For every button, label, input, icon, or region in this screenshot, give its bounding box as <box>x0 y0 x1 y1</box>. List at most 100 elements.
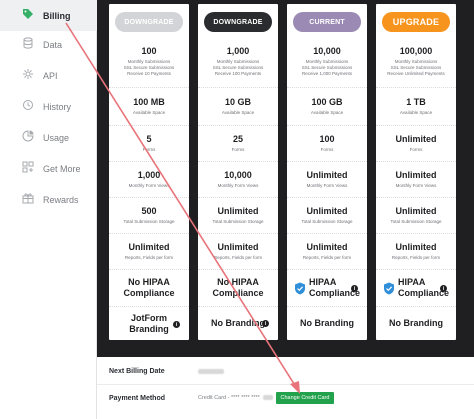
next-billing-value <box>198 368 224 375</box>
space-cell: 10 GB Available Space <box>198 88 278 126</box>
rewards-icon <box>18 192 38 207</box>
info-icon[interactable]: i <box>262 320 269 327</box>
usage-icon <box>18 130 38 145</box>
card-number-text: Credit Card - **** **** **** <box>198 395 260 401</box>
storage-label: Total Submission Storage <box>301 219 353 224</box>
reports-label: Reports, Fields per form <box>213 255 263 260</box>
reports-cell: Unlimited Reports, Fields per form <box>287 234 367 270</box>
forms-value: 5 <box>146 134 152 144</box>
sidebar-item-label: Get More <box>43 163 81 174</box>
space-label: Available Space <box>399 110 433 115</box>
forms-cell: 25 Forms <box>198 126 278 162</box>
current-plan-button[interactable]: CURRENT <box>293 12 361 32</box>
payment-method-row: Payment Method Credit Card - **** **** *… <box>97 385 474 411</box>
sidebar-item-rewards[interactable]: Rewards <box>0 184 97 215</box>
downgrade-button[interactable]: DOWNGRADE <box>115 12 183 32</box>
submissions-cell: 10,000 Monthly Submissions SSL Secure Su… <box>287 36 367 88</box>
hipaa-shield-icon <box>294 282 305 294</box>
info-icon[interactable]: i <box>351 285 358 292</box>
sidebar-item-api[interactable]: API <box>0 60 97 91</box>
payments-label: Receive 100 Payments <box>214 71 262 76</box>
hipaa-cell: HIPAA Compliance i <box>376 270 456 307</box>
sidebar-item-label: API <box>43 70 58 81</box>
storage-cell: Unlimited Total Submission Storage <box>198 198 278 234</box>
branding-cell: No Branding <box>287 307 367 340</box>
submissions-cell: 100 Monthly Submissions SSL Secure Submi… <box>109 36 189 88</box>
space-label: Available Space <box>221 110 255 115</box>
submissions-cell: 100,000 Monthly Submissions SSL Secure S… <box>376 36 456 88</box>
sidebar: Billing Data API History Usage Get More <box>0 0 97 419</box>
payments-label: Receive 1,000 Payments <box>301 71 353 76</box>
hipaa-line1: No HIPAA <box>128 277 170 287</box>
sidebar-item-label: History <box>43 101 72 112</box>
hipaa-line2: Compliance <box>123 288 175 298</box>
space-value: 100 MB <box>133 97 165 107</box>
storage-label: Total Submission Storage <box>212 219 264 224</box>
plan-column: CURRENT 10,000 Monthly Submissions SSL S… <box>287 4 367 340</box>
sidebar-item-data[interactable]: Data <box>0 29 97 60</box>
views-cell: Unlimited Monthly Form Views <box>376 162 456 198</box>
branding-line1: JotForm <box>131 312 167 323</box>
space-value: 100 GB <box>311 97 343 107</box>
views-value: Unlimited <box>395 170 437 180</box>
reports-value: Unlimited <box>306 242 348 252</box>
forms-value: 100 <box>319 134 335 144</box>
sidebar-item-get-more[interactable]: Get More <box>0 153 97 184</box>
change-credit-card-button[interactable]: Change Credit Card <box>276 392 334 404</box>
payment-method-value: Credit Card - **** **** **** <box>198 395 273 401</box>
submissions-value: 100 <box>141 46 157 56</box>
branding-cell: No Branding <box>376 307 456 340</box>
views-label: Monthly Form Views <box>395 183 437 188</box>
payment-method-label: Payment Method <box>109 394 166 402</box>
tag-icon <box>18 8 38 23</box>
branding-line2: Branding <box>129 323 169 334</box>
space-cell: 100 GB Available Space <box>287 88 367 126</box>
payments-label: Receive 10 Payments <box>127 71 171 76</box>
hipaa-line1: HIPAA <box>397 277 426 287</box>
forms-cell: Unlimited Forms <box>376 126 456 162</box>
reports-label: Reports, Fields per form <box>124 255 174 260</box>
reports-cell: Unlimited Reports, Fields per form <box>376 234 456 270</box>
forms-label: Forms <box>409 147 423 152</box>
forms-cell: 100 Forms <box>287 126 367 162</box>
payments-label: Receive Unlimited Payments <box>387 71 445 76</box>
space-cell: 100 MB Available Space <box>109 88 189 126</box>
sidebar-item-billing[interactable]: Billing <box>0 0 97 31</box>
storage-value: Unlimited <box>306 206 348 216</box>
plan-column: DOWNGRADE 100 Monthly Submissions SSL Se… <box>109 4 189 340</box>
sidebar-item-label: Rewards <box>43 194 79 205</box>
views-label: Monthly Form Views <box>128 183 170 188</box>
next-billing-row: Next Billing Date <box>97 359 474 385</box>
views-cell: 10,000 Monthly Form Views <box>198 162 278 198</box>
reports-cell: Unlimited Reports, Fields per form <box>198 234 278 270</box>
branding-cell: JotForm Branding i <box>109 307 189 340</box>
info-icon[interactable]: i <box>173 321 180 328</box>
downgrade-button[interactable]: DOWNGRADE <box>204 12 272 32</box>
views-value: 1,000 <box>137 170 161 180</box>
submissions-value: 100,000 <box>399 46 433 56</box>
get-more-icon <box>18 161 38 176</box>
reports-label: Reports, Fields per form <box>391 255 441 260</box>
storage-label: Total Submission Storage <box>123 219 175 224</box>
hipaa-line1: No HIPAA <box>217 277 259 287</box>
sidebar-item-usage[interactable]: Usage <box>0 122 97 153</box>
hipaa-line1: HIPAA <box>308 277 337 287</box>
plan-column: DOWNGRADE 1,000 Monthly Submissions SSL … <box>198 4 278 340</box>
upgrade-button[interactable]: UPGRADE <box>382 12 450 32</box>
views-label: Monthly Form Views <box>217 183 259 188</box>
hipaa-cell: No HIPAA Compliance <box>198 270 278 307</box>
plans-comparison: DOWNGRADE 100 Monthly Submissions SSL Se… <box>97 0 474 357</box>
forms-label: Forms <box>142 147 156 152</box>
forms-label: Forms <box>320 147 334 152</box>
views-value: Unlimited <box>306 170 348 180</box>
reports-value: Unlimited <box>395 242 437 252</box>
info-icon[interactable]: i <box>440 285 447 292</box>
sidebar-item-label: Billing <box>43 10 71 21</box>
space-label: Available Space <box>310 110 344 115</box>
storage-value: Unlimited <box>217 206 259 216</box>
branding-line1: No Branding <box>389 318 443 328</box>
sidebar-item-history[interactable]: History <box>0 91 97 122</box>
billing-info: Next Billing Date Payment Method Credit … <box>97 357 474 419</box>
forms-label: Forms <box>231 147 245 152</box>
reports-value: Unlimited <box>217 242 259 252</box>
